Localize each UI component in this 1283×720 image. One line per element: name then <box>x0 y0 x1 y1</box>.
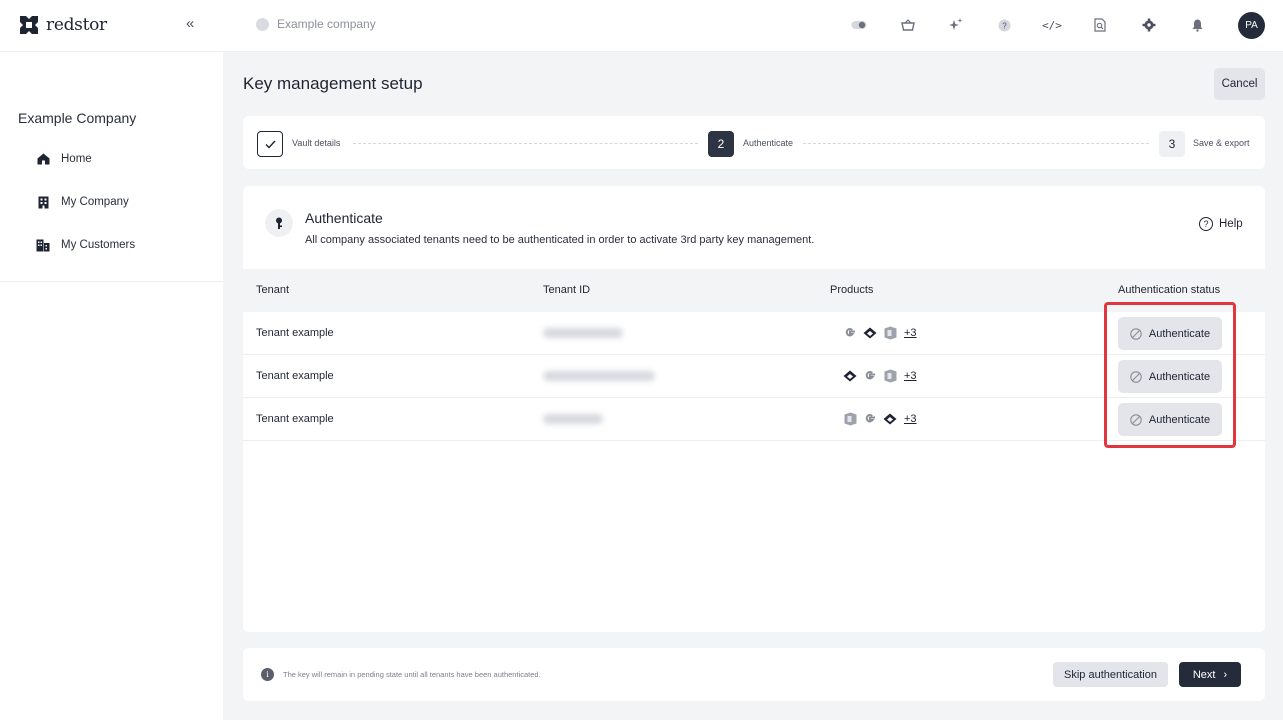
tenant-name: Tenant example <box>256 370 334 382</box>
brand-name: redstor <box>46 15 107 35</box>
ban-icon <box>1130 370 1142 383</box>
tenant-name: Tenant example <box>256 327 334 339</box>
basket-icon[interactable] <box>897 14 919 36</box>
drive-icon <box>841 367 859 385</box>
step-3-indicator: 3 <box>1159 131 1185 157</box>
drive-icon <box>861 324 879 342</box>
product-list: +3 <box>841 324 917 342</box>
column-header-tenant-id: Tenant ID <box>543 284 591 296</box>
next-button-label: Next <box>1192 668 1216 681</box>
column-header-authentication-status: Authentication status <box>1118 284 1221 296</box>
sidebar-divider <box>0 281 223 282</box>
authenticate-button[interactable]: Authenticate <box>1118 317 1222 350</box>
more-products-link[interactable]: +3 <box>904 370 917 382</box>
building-icon <box>36 195 50 209</box>
sidebar-item-label: Home <box>61 153 92 165</box>
step-1-label: Vault details <box>292 138 341 148</box>
office-icon <box>841 410 859 428</box>
question-icon: ? <box>1199 217 1213 231</box>
ban-icon <box>1130 327 1142 340</box>
office-icon <box>881 324 899 342</box>
ban-icon <box>1130 413 1142 426</box>
search-doc-icon[interactable] <box>1089 14 1111 36</box>
help-link[interactable]: ? Help <box>1199 217 1243 231</box>
google-icon <box>861 367 879 385</box>
sidebar: Example Company Home My Company My Custo… <box>0 52 223 720</box>
google-icon <box>841 324 859 342</box>
column-header-products: Products <box>830 284 874 296</box>
step-3-label: Save & export <box>1193 138 1250 148</box>
cancel-button[interactable]: Cancel <box>1214 68 1265 100</box>
redstor-logo-icon <box>20 16 38 34</box>
authenticate-button-label: Authenticate <box>1148 413 1211 426</box>
collapse-sidebar-button[interactable]: « <box>186 15 194 32</box>
bell-icon[interactable] <box>1186 14 1208 36</box>
more-products-link[interactable]: +3 <box>904 327 917 339</box>
more-products-link[interactable]: +3 <box>904 413 917 425</box>
user-avatar[interactable]: PA <box>1238 12 1265 39</box>
top-bar: redstor « Example company ? </> PA <box>0 0 1283 52</box>
chevron-right-icon: › <box>1223 668 1228 681</box>
table-row: Tenant example +3 Authenticate <box>243 398 1265 441</box>
product-list: +3 <box>841 367 917 385</box>
stepper: Vault details 2 Authenticate 3 Save & ex… <box>243 116 1265 169</box>
table-row: Tenant example +3 Authenticate <box>243 355 1265 398</box>
section-description: All company associated tenants need to b… <box>305 234 815 246</box>
brand-logo[interactable]: redstor <box>18 13 107 37</box>
sidebar-item-label: My Company <box>61 196 129 208</box>
question-icon[interactable]: ? <box>993 14 1015 36</box>
next-button[interactable]: Next › <box>1179 662 1241 687</box>
sidebar-item-my-company[interactable]: My Company <box>36 195 129 209</box>
tenant-id-redacted <box>543 328 623 338</box>
step-connector <box>353 143 698 144</box>
sidebar-company-name: Example Company <box>18 110 137 126</box>
drive-icon <box>881 410 899 428</box>
checkmark-icon <box>265 140 276 149</box>
company-avatar <box>256 17 269 31</box>
authenticate-button[interactable]: Authenticate <box>1118 403 1222 436</box>
authenticate-button-label: Authenticate <box>1148 327 1211 340</box>
tenant-id-redacted <box>543 371 655 381</box>
toolbar-icons: ? </> <box>848 14 1218 38</box>
table-header: Tenant Tenant ID Products Authentication… <box>243 269 1265 312</box>
help-label: Help <box>1219 218 1243 230</box>
skip-authentication-button[interactable]: Skip authentication <box>1053 662 1168 687</box>
sparkle-icon[interactable] <box>945 14 967 36</box>
home-icon <box>36 152 50 166</box>
company-selector[interactable]: Example company <box>256 17 376 31</box>
double-chevron-left-icon: « <box>186 15 195 32</box>
product-list: +3 <box>841 410 917 428</box>
sidebar-item-label: My Customers <box>61 239 136 251</box>
gear-icon[interactable] <box>1138 14 1160 36</box>
step-connector <box>803 143 1149 144</box>
footer-note: The key will remain in pending state unt… <box>283 670 541 679</box>
tenant-name: Tenant example <box>256 413 334 425</box>
sidebar-item-my-customers[interactable]: My Customers <box>36 238 135 252</box>
page-title: Key management setup <box>243 74 423 93</box>
authenticate-button-label: Authenticate <box>1148 370 1211 383</box>
section-title: Authenticate <box>305 210 383 226</box>
toggle-icon[interactable] <box>848 14 870 36</box>
code-icon[interactable]: </> <box>1041 14 1063 36</box>
buildings-icon <box>36 238 50 252</box>
sidebar-item-home[interactable]: Home <box>36 152 92 166</box>
footer-bar: i The key will remain in pending state u… <box>243 648 1265 701</box>
office-icon <box>881 367 899 385</box>
step-2-indicator: 2 <box>708 131 734 157</box>
table-row: Tenant example +3 Authenticate <box>243 312 1265 355</box>
google-icon <box>861 410 879 428</box>
svg-text:?: ? <box>1002 21 1007 30</box>
key-icon <box>265 209 293 237</box>
step-2-label: Authenticate <box>743 138 794 148</box>
authenticate-panel: Authenticate All company associated tena… <box>243 186 1265 632</box>
column-header-tenant: Tenant <box>256 284 290 296</box>
tenant-id-redacted <box>543 414 603 424</box>
authenticate-button[interactable]: Authenticate <box>1118 360 1222 393</box>
step-1-indicator <box>257 131 283 157</box>
info-icon: i <box>261 668 274 681</box>
company-selector-label: Example company <box>277 17 376 31</box>
